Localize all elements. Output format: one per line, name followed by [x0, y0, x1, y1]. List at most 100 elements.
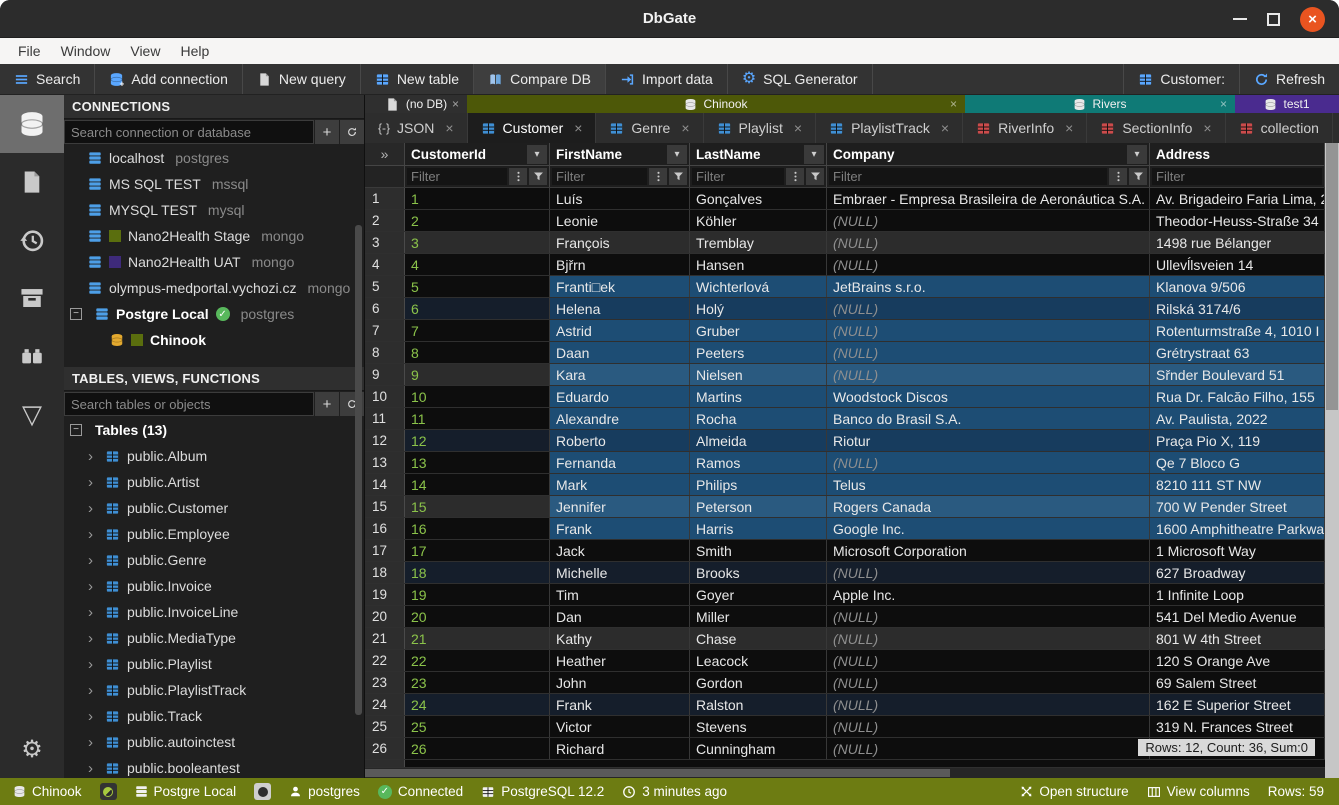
grid-cell[interactable]: 7	[405, 320, 550, 341]
grid-cell[interactable]: Av. Brigadeiro Faria Lima, 2	[1150, 188, 1325, 209]
row-number[interactable]: 26	[365, 738, 405, 759]
grid-cell[interactable]: Jack	[550, 540, 690, 561]
table-row[interactable]: 2020DanMiller(NULL)541 Del Medio Avenue	[365, 606, 1325, 628]
grid-cell[interactable]: Telus	[827, 474, 1150, 495]
grid-cell[interactable]: Rilská 3174/6	[1150, 298, 1325, 319]
row-number[interactable]: 16	[365, 518, 405, 539]
iconbar-item-history[interactable]	[0, 211, 64, 269]
statusbar-item-open-structure[interactable]: Open structure	[1015, 784, 1133, 799]
row-number[interactable]: 8	[365, 342, 405, 363]
table-row[interactable]: 1919TimGoyerApple Inc.1 Infinite Loop	[365, 584, 1325, 606]
table-row[interactable]: 99KaraNielsen(NULL)Sřnder Boulevard 51	[365, 364, 1325, 386]
close-button[interactable]: ×	[1300, 7, 1325, 32]
filter-menu-button[interactable]	[1109, 168, 1127, 185]
connections-scrollbar[interactable]	[355, 225, 362, 455]
filter-input[interactable]: Filter	[692, 168, 784, 185]
menu-item-help[interactable]: Help	[170, 38, 219, 64]
grid-cell[interactable]: 17	[405, 540, 550, 561]
grid-cell[interactable]: Alexandre	[550, 408, 690, 429]
grid-cell[interactable]: 16	[405, 518, 550, 539]
tab-close-icon[interactable]: ×	[941, 120, 949, 136]
grid-cell[interactable]: Gordon	[690, 672, 827, 693]
grid-cell[interactable]: (NULL)	[827, 738, 1150, 759]
grid-cell[interactable]: 24	[405, 694, 550, 715]
table-item[interactable]: ›public.PlaylistTrack	[64, 677, 364, 703]
grid-cell[interactable]: 3	[405, 232, 550, 253]
grid-cell[interactable]: 700 W Pender Street	[1150, 496, 1325, 517]
grid-cell[interactable]: (NULL)	[827, 628, 1150, 649]
grid-cell[interactable]: Cunningham	[690, 738, 827, 759]
grid-cell[interactable]: 15	[405, 496, 550, 517]
grid-cell[interactable]: 22	[405, 650, 550, 671]
table-row[interactable]: 1414MarkPhilipsTelus8210 111 ST NW	[365, 474, 1325, 496]
table-item[interactable]: ›public.Customer	[64, 495, 364, 521]
filter-menu-button[interactable]	[786, 168, 804, 185]
connection-item[interactable]: Nano2Health Stagemongo	[64, 223, 364, 249]
connections-panel-add-button[interactable]: +	[314, 120, 339, 144]
grid-cell[interactable]: Gonçalves	[690, 188, 827, 209]
grid-cell[interactable]: Stevens	[690, 716, 827, 737]
grid-cell[interactable]: (NULL)	[827, 364, 1150, 385]
filter-menu-button[interactable]	[509, 168, 527, 185]
connection-item[interactable]: olympus-medportal.vychozi.czmongo	[64, 275, 364, 301]
table-item[interactable]: ›public.Track	[64, 703, 364, 729]
table-row[interactable]: 2424FrankRalston(NULL)162 E Superior Str…	[365, 694, 1325, 716]
grid-cell[interactable]: Richard	[550, 738, 690, 759]
tab-json[interactable]: {-}JSON×	[365, 113, 468, 143]
grid-cell[interactable]: Leacock	[690, 650, 827, 671]
menu-item-file[interactable]: File	[8, 38, 51, 64]
column-header-company[interactable]: Company▾	[827, 143, 1150, 165]
row-number[interactable]: 22	[365, 650, 405, 671]
grid-cell[interactable]: 2	[405, 210, 550, 231]
maximize-button[interactable]	[1267, 13, 1280, 26]
column-header-firstname[interactable]: FirstName▾	[550, 143, 690, 165]
grid-cell[interactable]: (NULL)	[827, 342, 1150, 363]
tab-close-icon[interactable]: ×	[445, 120, 453, 136]
table-item[interactable]: ›public.Artist	[64, 469, 364, 495]
grid-cell[interactable]: Köhler	[690, 210, 827, 231]
grid-cell[interactable]: Kara	[550, 364, 690, 385]
grid-cell[interactable]: Av. Paulista, 2022	[1150, 408, 1325, 429]
grid-cell[interactable]: Rogers Canada	[827, 496, 1150, 517]
tab-playlisttrack[interactable]: PlaylistTrack×	[816, 113, 963, 143]
tab-genre[interactable]: Genre×	[596, 113, 703, 143]
column-dropdown-icon[interactable]: ▾	[1127, 145, 1147, 164]
toolbar-button-refresh[interactable]: Refresh	[1239, 64, 1339, 94]
tab-group-chinook[interactable]: Chinook×	[467, 95, 965, 113]
row-number[interactable]: 5	[365, 276, 405, 297]
grid-cell[interactable]: Ramos	[690, 452, 827, 473]
grid-cell[interactable]: 120 S Orange Ave	[1150, 650, 1325, 671]
grid-cell[interactable]: 162 E Superior Street	[1150, 694, 1325, 715]
grid-cell[interactable]: Peeters	[690, 342, 827, 363]
grid-cell[interactable]: Michelle	[550, 562, 690, 583]
horizontal-scrollbar-thumb[interactable]	[365, 769, 950, 777]
grid-cell[interactable]: JetBrains s.r.o.	[827, 276, 1150, 297]
row-number[interactable]: 6	[365, 298, 405, 319]
grid-cell[interactable]: 20	[405, 606, 550, 627]
grid-cell[interactable]: Tremblay	[690, 232, 827, 253]
grid-cell[interactable]: Tim	[550, 584, 690, 605]
grid-cell[interactable]: Franti□ek	[550, 276, 690, 297]
toolbar-button-new-query[interactable]: New query	[243, 64, 361, 94]
grid-cell[interactable]: 4	[405, 254, 550, 275]
grid-cell[interactable]: Luís	[550, 188, 690, 209]
tab-close-icon[interactable]: ×	[681, 120, 689, 136]
table-row[interactable]: 77AstridGruber(NULL)Rotenturmstraße 4, 1…	[365, 320, 1325, 342]
menu-item-window[interactable]: Window	[51, 38, 121, 64]
grid-cell[interactable]: Heather	[550, 650, 690, 671]
toolbar-button-customer[interactable]: Customer:	[1123, 64, 1239, 94]
table-row[interactable]: 66HelenaHolý(NULL)Rilská 3174/6	[365, 298, 1325, 320]
row-number[interactable]: 20	[365, 606, 405, 627]
connection-item[interactable]: Nano2Health UATmongo	[64, 249, 364, 275]
grid-cell[interactable]: Rotenturmstraße 4, 1010 I	[1150, 320, 1325, 341]
row-number[interactable]: 2	[365, 210, 405, 231]
table-item[interactable]: ›public.Playlist	[64, 651, 364, 677]
column-header-lastname[interactable]: LastName▾	[690, 143, 827, 165]
grid-cell[interactable]: 21	[405, 628, 550, 649]
grid-cell[interactable]: 9	[405, 364, 550, 385]
grid-cell[interactable]: 1 Microsoft Way	[1150, 540, 1325, 561]
grid-cell[interactable]: Frank	[550, 694, 690, 715]
filter-input[interactable]: Filter	[407, 168, 507, 185]
grid-cell[interactable]: Eduardo	[550, 386, 690, 407]
row-number[interactable]: 4	[365, 254, 405, 275]
